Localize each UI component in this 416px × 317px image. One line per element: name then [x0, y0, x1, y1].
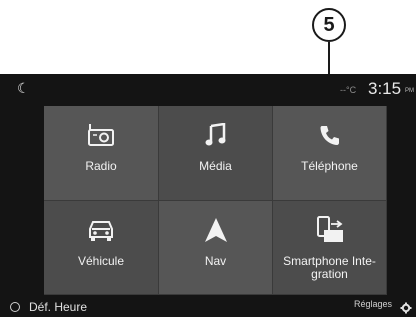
tile-radio[interactable]: Radio [44, 106, 159, 201]
callout-number: 5 [312, 8, 346, 42]
radio-icon [88, 124, 114, 146]
tile-label: Nav [204, 254, 227, 268]
status-bar: ☾ --°C 3:15 PM [0, 74, 416, 104]
set-time-button[interactable]: Déf. Heure [10, 300, 87, 314]
circle-icon [10, 302, 20, 312]
tile-label: Téléphone [301, 159, 358, 173]
gear-icon[interactable] [400, 302, 412, 314]
tile-vehicule[interactable]: Véhicule [44, 201, 159, 295]
tile-telephone[interactable]: Téléphone [273, 106, 387, 201]
phone-handset-icon [320, 126, 339, 145]
tile-label: Smartphone Inte- gration [283, 254, 376, 281]
clock-time: 3:15 [368, 79, 402, 98]
set-time-label: Déf. Heure [29, 300, 88, 314]
figure: 5 ☾ --°C 3:15 PM Radio Média Téléphone V… [0, 0, 416, 317]
main-menu-grid: Radio Média Téléphone Véhicule Nav Smart… [44, 106, 387, 295]
infotainment-screen: ☾ --°C 3:15 PM Radio Média Téléphone Véh… [0, 74, 416, 317]
music-note-icon [205, 123, 225, 146]
tile-smartphone-integration[interactable]: Smartphone Inte- gration [273, 201, 387, 295]
tile-label: Média [199, 159, 232, 173]
smartphone-integration-icon [316, 216, 343, 242]
tile-nav[interactable]: Nav [159, 201, 273, 295]
tile-label: Véhicule [77, 254, 125, 268]
night-mode-icon[interactable]: ☾ [17, 80, 30, 97]
clock-meridiem: PM [405, 88, 414, 94]
tile-media[interactable]: Média [159, 106, 273, 201]
tile-label: Radio [85, 159, 117, 173]
settings-label[interactable]: Réglages [354, 299, 392, 309]
outside-temperature: --°C [340, 85, 357, 95]
navigation-arrow-icon [204, 218, 227, 242]
car-front-icon [89, 221, 113, 241]
